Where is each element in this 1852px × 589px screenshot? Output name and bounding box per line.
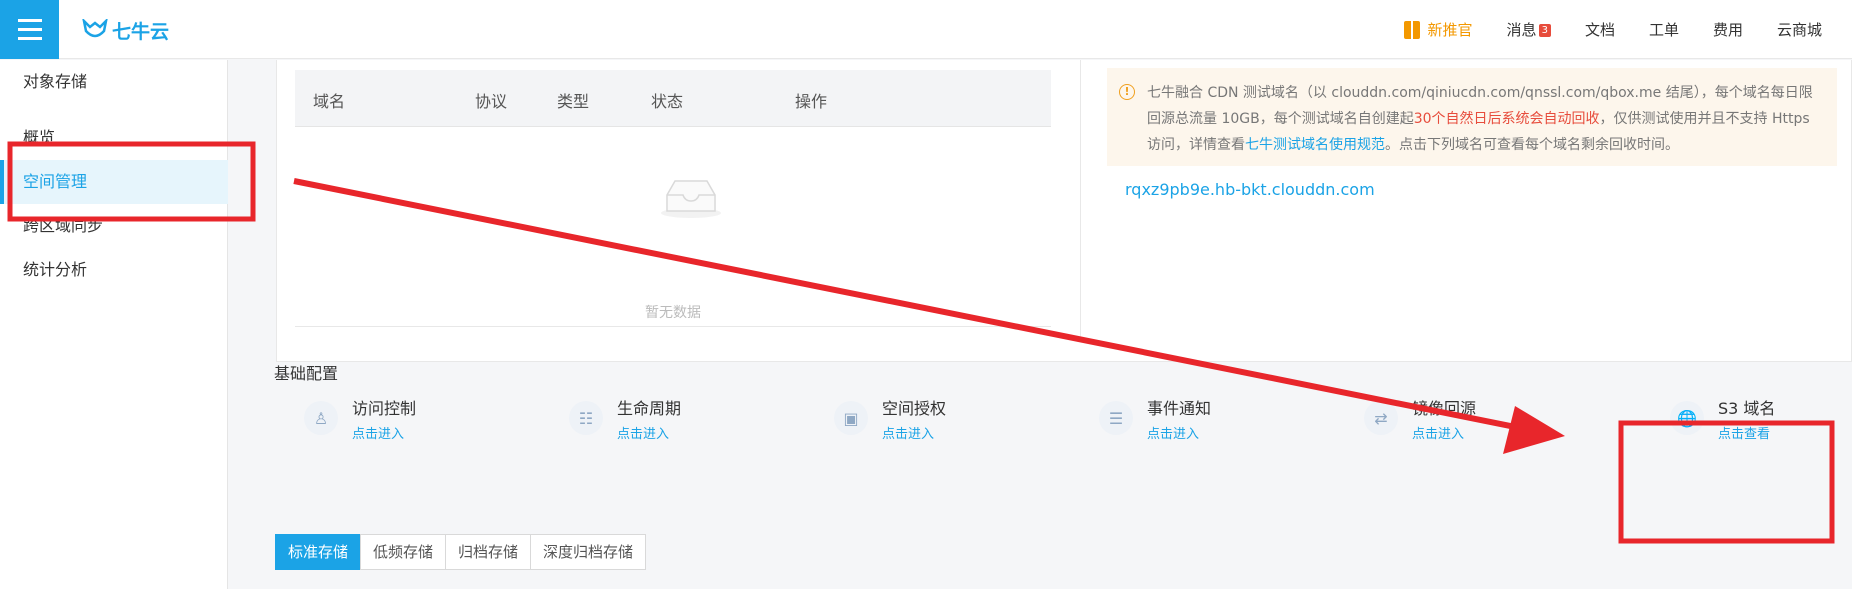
config-enter-link[interactable]: 点击进入: [882, 423, 934, 442]
config-mirror-source[interactable]: ⇄ 镜像回源 点击进入: [1364, 395, 1604, 455]
mirror-icon: ⇄: [1364, 401, 1398, 435]
config-view-link[interactable]: 点击查看: [1718, 423, 1770, 442]
sidebar-item-object-storage[interactable]: 对象存储: [0, 60, 228, 104]
domain-panel: 域名 协议 类型 状态 操作 暂无数据 ! 七牛融合 CDN 测试域名（以 cl…: [276, 60, 1852, 362]
tab-standard-storage[interactable]: 标准存储: [275, 534, 362, 570]
hamburger-menu-button[interactable]: [0, 0, 59, 59]
config-name: 事件通知: [1147, 399, 1212, 418]
main-content: 域名 协议 类型 状态 操作 暂无数据 ! 七牛融合 CDN 测试域名（以 cl…: [252, 60, 1852, 589]
tab-infrequent-storage[interactable]: 低频存储: [360, 534, 447, 570]
nav-promo[interactable]: 新推官: [1403, 19, 1473, 40]
tab-archive-storage[interactable]: 归档存储: [445, 534, 532, 570]
gift-icon: [1403, 20, 1420, 39]
config-enter-link[interactable]: 点击进入: [1412, 423, 1464, 442]
notice-text-3: 。点击下列域名可查看每个域名剩余回收时间。: [1385, 137, 1679, 153]
config-event-notification[interactable]: ☰ 事件通知 点击进入: [1099, 395, 1339, 455]
tab-deep-archive-storage[interactable]: 深度归档存储: [530, 534, 647, 570]
menu-line-icon: [17, 37, 42, 40]
config-s3-domain[interactable]: 🌐 S3 域名 点击查看: [1670, 395, 1852, 455]
config-access-control[interactable]: ♙ 访问控制 点击进入: [304, 395, 544, 455]
domain-table-header: 域名 协议 类型 状态 操作: [295, 70, 1051, 127]
storage-class-tabs: 标准存储 低频存储 归档存储 深度归档存储: [275, 534, 647, 570]
menu-line-icon: [17, 28, 42, 31]
nav-messages[interactable]: 消息 3: [1507, 19, 1551, 40]
config-name: 镜像回源: [1412, 399, 1477, 418]
calendar-icon: ☷: [569, 401, 603, 435]
config-enter-link[interactable]: 点击进入: [1147, 423, 1199, 442]
config-enter-link[interactable]: 点击进入: [617, 423, 669, 442]
top-nav: 新推官 消息 3 文档 工单 费用 云商城: [1403, 0, 1822, 59]
logo-icon: [82, 19, 108, 38]
panel-divider: [1080, 60, 1081, 340]
box-icon: ▣: [834, 401, 868, 435]
top-bar: 七牛云 新推官 消息 3 文档 工单 费用 云商城: [0, 0, 1852, 59]
message-count-badge: 3: [1538, 24, 1551, 37]
config-name: 生命周期: [617, 399, 682, 418]
column-header-type: 类型: [557, 92, 590, 111]
nav-promo-label: 新推官: [1427, 21, 1473, 39]
column-header-actions: 操作: [795, 92, 828, 111]
nav-billing[interactable]: 费用: [1713, 19, 1743, 40]
config-name: 访问控制: [352, 399, 417, 418]
nav-tickets[interactable]: 工单: [1649, 19, 1679, 40]
notice-warning-text: 30个自然日后系统会自动回收: [1413, 111, 1600, 127]
logo[interactable]: 七牛云: [82, 16, 169, 44]
config-lifecycle[interactable]: ☷ 生命周期 点击进入: [569, 395, 809, 455]
sidebar-item-overview[interactable]: 概览: [0, 116, 228, 160]
sidebar-item-cross-region-sync[interactable]: 跨区域同步: [0, 204, 228, 248]
nav-docs[interactable]: 文档: [1585, 19, 1615, 40]
column-header-domain: 域名: [313, 92, 346, 111]
config-name: S3 域名: [1718, 399, 1776, 418]
globe-icon: 🌐: [1670, 401, 1704, 435]
sidebar-item-statistics[interactable]: 统计分析: [0, 248, 228, 292]
test-domain-link[interactable]: rqxz9pb9e.hb-bkt.clouddn.com: [1125, 180, 1375, 199]
empty-text: 暂无数据: [645, 305, 701, 321]
clipboard-icon: ☰: [1099, 401, 1133, 435]
config-enter-link[interactable]: 点击进入: [352, 423, 404, 442]
user-lock-icon: ♙: [304, 401, 338, 435]
column-header-status: 状态: [651, 92, 684, 111]
logo-text: 七牛云: [112, 20, 170, 43]
config-bucket-authorization[interactable]: ▣ 空间授权 点击进入: [834, 395, 1074, 455]
domain-table-empty: 暂无数据: [295, 127, 1051, 327]
nav-mall[interactable]: 云商城: [1777, 19, 1822, 40]
sidebar: 对象存储 概览 空间管理 跨区域同步 统计分析: [0, 60, 228, 589]
sidebar-item-bucket-management[interactable]: 空间管理: [0, 160, 228, 204]
menu-line-icon: [17, 19, 42, 22]
test-domain-notice: ! 七牛融合 CDN 测试域名（以 clouddn.com/qiniucdn.c…: [1107, 68, 1837, 166]
notice-rules-link[interactable]: 七牛测试域名使用规范: [1245, 137, 1385, 153]
nav-messages-label: 消息: [1506, 21, 1537, 39]
warning-icon: !: [1119, 84, 1135, 100]
basic-config-title: 基础配置: [274, 364, 339, 383]
config-name: 空间授权: [882, 399, 947, 418]
empty-inbox-icon: [661, 180, 721, 218]
column-header-protocol: 协议: [475, 92, 508, 111]
